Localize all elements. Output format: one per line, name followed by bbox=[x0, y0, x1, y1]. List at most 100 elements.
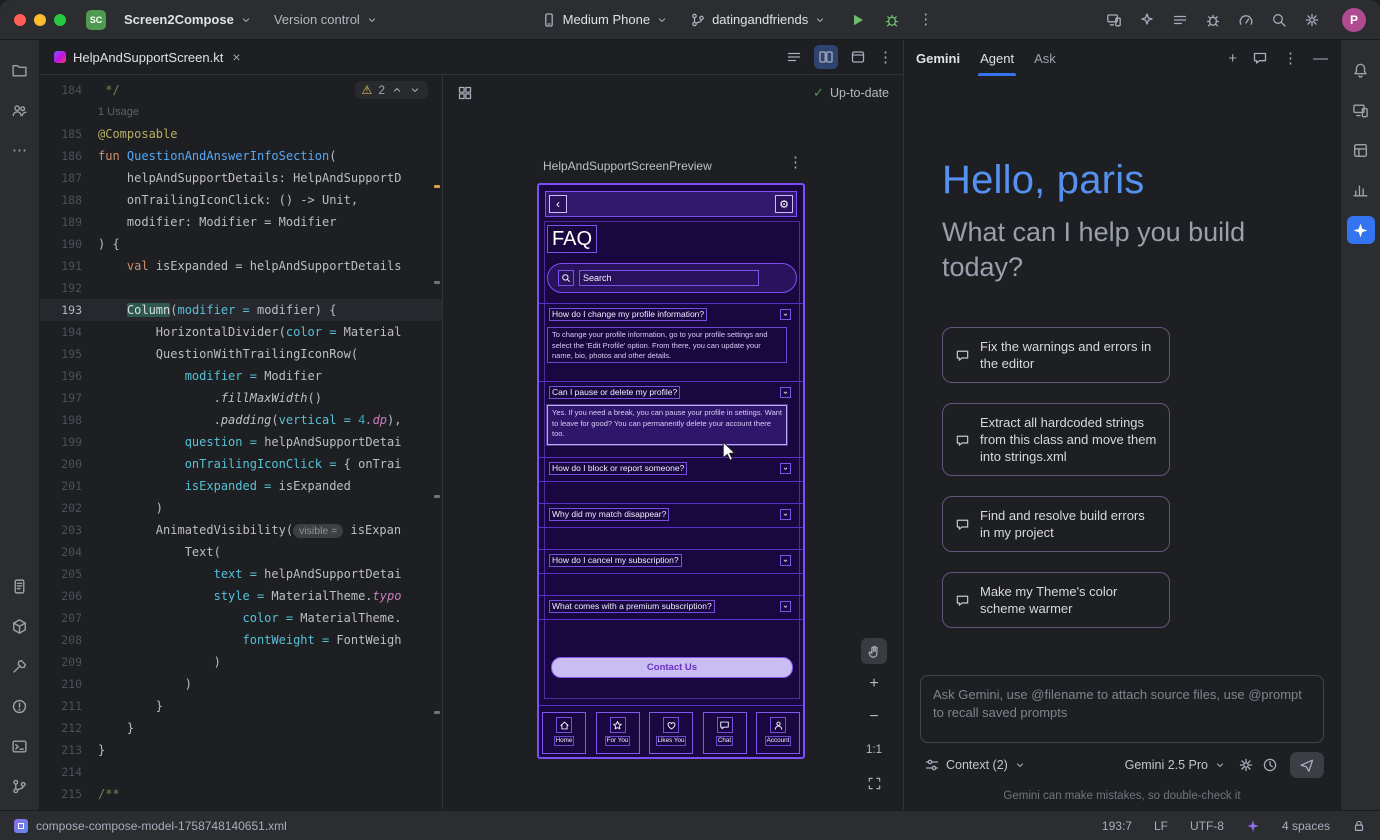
line-number[interactable]: 189 bbox=[40, 211, 98, 233]
design-view-icon[interactable] bbox=[846, 45, 870, 69]
line-number[interactable]: 196 bbox=[40, 365, 98, 387]
line-number[interactable]: 202 bbox=[40, 497, 98, 519]
preview-back-button[interactable]: ‹ bbox=[549, 195, 567, 213]
file-encoding[interactable]: UTF-8 bbox=[1190, 819, 1224, 833]
nav-item-account[interactable]: Account bbox=[756, 712, 800, 754]
gemini-status-icon[interactable] bbox=[1246, 819, 1260, 833]
project-folder-icon[interactable] bbox=[6, 56, 34, 84]
structure-users-icon[interactable] bbox=[6, 96, 34, 124]
ai-actions-icon[interactable] bbox=[1139, 12, 1155, 28]
preview-faq-question[interactable]: Why did my match disappear? bbox=[549, 508, 669, 521]
code-text[interactable]: onTrailingIconClick = { onTrai bbox=[98, 453, 442, 475]
send-button[interactable] bbox=[1290, 752, 1324, 778]
expand-icon[interactable] bbox=[780, 463, 791, 474]
line-number[interactable]: 195 bbox=[40, 343, 98, 365]
preview-contact-button[interactable]: Contact Us bbox=[551, 657, 793, 678]
more-tools-icon[interactable]: ⋯ bbox=[6, 136, 34, 164]
phone-preview-blueprint[interactable]: ‹⚙FAQSearchHow do I change my profile in… bbox=[537, 183, 805, 759]
bug-report-icon[interactable] bbox=[1205, 12, 1221, 28]
code-text[interactable]: Text( bbox=[98, 541, 442, 563]
code-text[interactable]: ) bbox=[98, 497, 442, 519]
line-number[interactable]: 206 bbox=[40, 585, 98, 607]
line-number[interactable]: 192 bbox=[40, 277, 98, 299]
code-text[interactable]: /** bbox=[98, 783, 442, 805]
line-number[interactable]: 200 bbox=[40, 453, 98, 475]
structure-list-icon[interactable] bbox=[782, 45, 806, 69]
code-text[interactable]: style = MaterialTheme.typo bbox=[98, 585, 442, 607]
code-text[interactable]: .padding(vertical = 4.dp), bbox=[98, 409, 442, 431]
line-number[interactable]: 190 bbox=[40, 233, 98, 255]
line-number[interactable]: 207 bbox=[40, 607, 98, 629]
prompt-history-icon[interactable] bbox=[1262, 757, 1278, 773]
user-avatar[interactable]: P bbox=[1342, 8, 1366, 32]
preview-faq-answer[interactable]: To change your profile information, go t… bbox=[547, 327, 787, 363]
more-actions-icon[interactable]: ⋮ bbox=[918, 12, 933, 27]
preview-canvas[interactable]: HelpAndSupportScreenPreview ⋮ ‹⚙FAQSearc… bbox=[443, 111, 903, 810]
terminal-icon[interactable] bbox=[6, 732, 34, 760]
lock-icon[interactable] bbox=[1352, 819, 1366, 833]
line-number[interactable]: 193 bbox=[40, 299, 98, 321]
preview-faq-question[interactable]: How do I block or report someone? bbox=[549, 462, 687, 475]
nav-item-home[interactable]: Home bbox=[542, 712, 586, 754]
settings-gear-icon[interactable] bbox=[1304, 12, 1320, 28]
zoom-reset-button[interactable]: 1:1 bbox=[861, 737, 887, 763]
code-text[interactable]: modifier = Modifier bbox=[98, 365, 442, 387]
line-number[interactable] bbox=[40, 101, 98, 123]
preview-settings-button[interactable]: ⚙ bbox=[775, 195, 793, 213]
line-number[interactable]: 210 bbox=[40, 673, 98, 695]
line-number[interactable]: 185 bbox=[40, 123, 98, 145]
line-number[interactable]: 208 bbox=[40, 629, 98, 651]
code-text[interactable]: color = MaterialTheme. bbox=[98, 607, 442, 629]
code-text[interactable] bbox=[98, 761, 442, 783]
line-number[interactable]: 201 bbox=[40, 475, 98, 497]
problems-icon[interactable] bbox=[6, 692, 34, 720]
preview-faq-question[interactable]: How do I change my profile information? bbox=[549, 308, 707, 321]
code-text[interactable]: question = helpAndSupportDetai bbox=[98, 431, 442, 453]
preview-kebab-icon[interactable]: ⋮ bbox=[788, 155, 803, 170]
code-text[interactable]: @Composable bbox=[98, 123, 442, 145]
line-number[interactable]: 211 bbox=[40, 695, 98, 717]
code-text[interactable]: fun QuestionAndAnswerInfoSection( bbox=[98, 145, 442, 167]
nav-item-likes-you[interactable]: Likes You bbox=[649, 712, 693, 754]
line-number[interactable]: 204 bbox=[40, 541, 98, 563]
zoom-window-button[interactable] bbox=[54, 14, 66, 26]
gemini-icon[interactable] bbox=[1347, 216, 1375, 244]
suggestion-card[interactable]: Fix the warnings and errors in the edito… bbox=[942, 327, 1170, 383]
indent-setting[interactable]: 4 spaces bbox=[1282, 819, 1330, 833]
code-text[interactable]: ) { bbox=[98, 233, 442, 255]
code-text[interactable]: onTrailingIconClick: () -> Unit, bbox=[98, 189, 442, 211]
app-quality-insights-icon[interactable] bbox=[1347, 176, 1375, 204]
line-number[interactable]: 205 bbox=[40, 563, 98, 585]
run-button[interactable] bbox=[850, 12, 866, 28]
code-editor[interactable]: 184 */1 Usage185@Composable186fun Questi… bbox=[40, 75, 443, 810]
context-chip[interactable]: Context (2) bbox=[920, 754, 1030, 776]
line-number[interactable]: 191 bbox=[40, 255, 98, 277]
pan-hand-icon[interactable] bbox=[861, 638, 887, 664]
suggestion-card[interactable]: Extract all hardcoded strings from this … bbox=[942, 403, 1170, 476]
expand-icon[interactable] bbox=[780, 555, 791, 566]
version-control-icon[interactable] bbox=[6, 772, 34, 800]
tab-agent[interactable]: Agent bbox=[980, 40, 1014, 76]
code-text[interactable]: } bbox=[98, 717, 442, 739]
close-window-button[interactable] bbox=[14, 14, 26, 26]
code-text[interactable]: } bbox=[98, 739, 442, 761]
expand-icon[interactable] bbox=[780, 509, 791, 520]
gemini-prompt-input[interactable] bbox=[920, 675, 1324, 743]
expand-icon[interactable] bbox=[780, 309, 791, 320]
code-text[interactable]: modifier: Modifier = Modifier bbox=[98, 211, 442, 233]
line-number[interactable]: 188 bbox=[40, 189, 98, 211]
code-text[interactable]: HorizontalDivider(color = Material bbox=[98, 321, 442, 343]
project-widget[interactable]: Screen2Compose bbox=[116, 8, 260, 31]
model-selector[interactable]: Gemini 2.5 Pro bbox=[1121, 755, 1230, 775]
notifications-icon[interactable] bbox=[1347, 56, 1375, 84]
code-text[interactable]: helpAndSupportDetails: HelpAndSupportD bbox=[98, 167, 442, 189]
caret-position[interactable]: 193:7 bbox=[1102, 819, 1132, 833]
expand-icon[interactable] bbox=[780, 601, 791, 612]
code-text[interactable]: ) bbox=[98, 673, 442, 695]
line-number[interactable]: 214 bbox=[40, 761, 98, 783]
line-number[interactable]: 203 bbox=[40, 519, 98, 541]
line-number[interactable]: 199 bbox=[40, 431, 98, 453]
code-text[interactable]: .fillMaxWidth() bbox=[98, 387, 442, 409]
line-separator[interactable]: LF bbox=[1154, 819, 1168, 833]
line-number[interactable]: 198 bbox=[40, 409, 98, 431]
